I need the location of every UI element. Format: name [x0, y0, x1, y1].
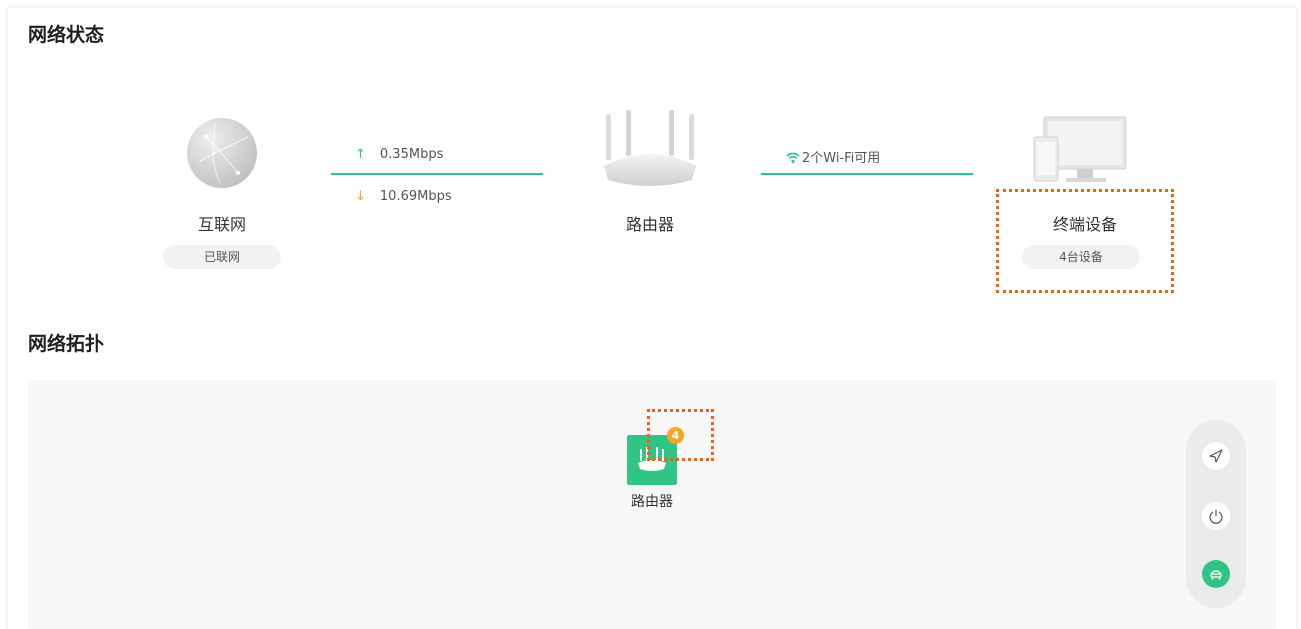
upload-speed: ↑ 0.35Mbps: [355, 147, 443, 162]
download-speed: ↓ 10.69Mbps: [355, 189, 452, 204]
topology-router-label: 路由器: [631, 494, 673, 510]
upload-speed-value: 0.35Mbps: [379, 147, 444, 162]
highlight-devices-box: [996, 189, 1174, 293]
wifi-icon: [786, 152, 800, 168]
internet-status-badge: 已联网: [163, 245, 281, 269]
power-icon[interactable]: [1202, 502, 1230, 530]
network-status-title: 网络状态: [28, 24, 105, 46]
router-device-link-line: [761, 173, 973, 175]
upload-arrow-icon: ↑: [355, 147, 366, 162]
send-icon[interactable]: [1202, 442, 1230, 470]
router-label: 路由器: [625, 215, 674, 234]
topology-toolbar: [1186, 420, 1246, 608]
download-arrow-icon: ↓: [355, 189, 366, 204]
wifi-available: 2个Wi-Fi可用: [786, 147, 880, 168]
highlight-badge-box: [647, 409, 714, 461]
router-icon: [600, 110, 700, 192]
internet-router-link-line: [331, 173, 543, 175]
wifi-available-text: 2个Wi-Fi可用: [802, 151, 881, 166]
network-topology-title: 网络拓扑: [28, 333, 105, 355]
terminal-devices-icon: [1032, 115, 1130, 185]
internet-globe-icon: [186, 117, 258, 189]
internet-label: 互联网: [197, 215, 246, 234]
topology-view-icon[interactable]: [1202, 560, 1230, 588]
download-speed-value: 10.69Mbps: [379, 189, 452, 204]
